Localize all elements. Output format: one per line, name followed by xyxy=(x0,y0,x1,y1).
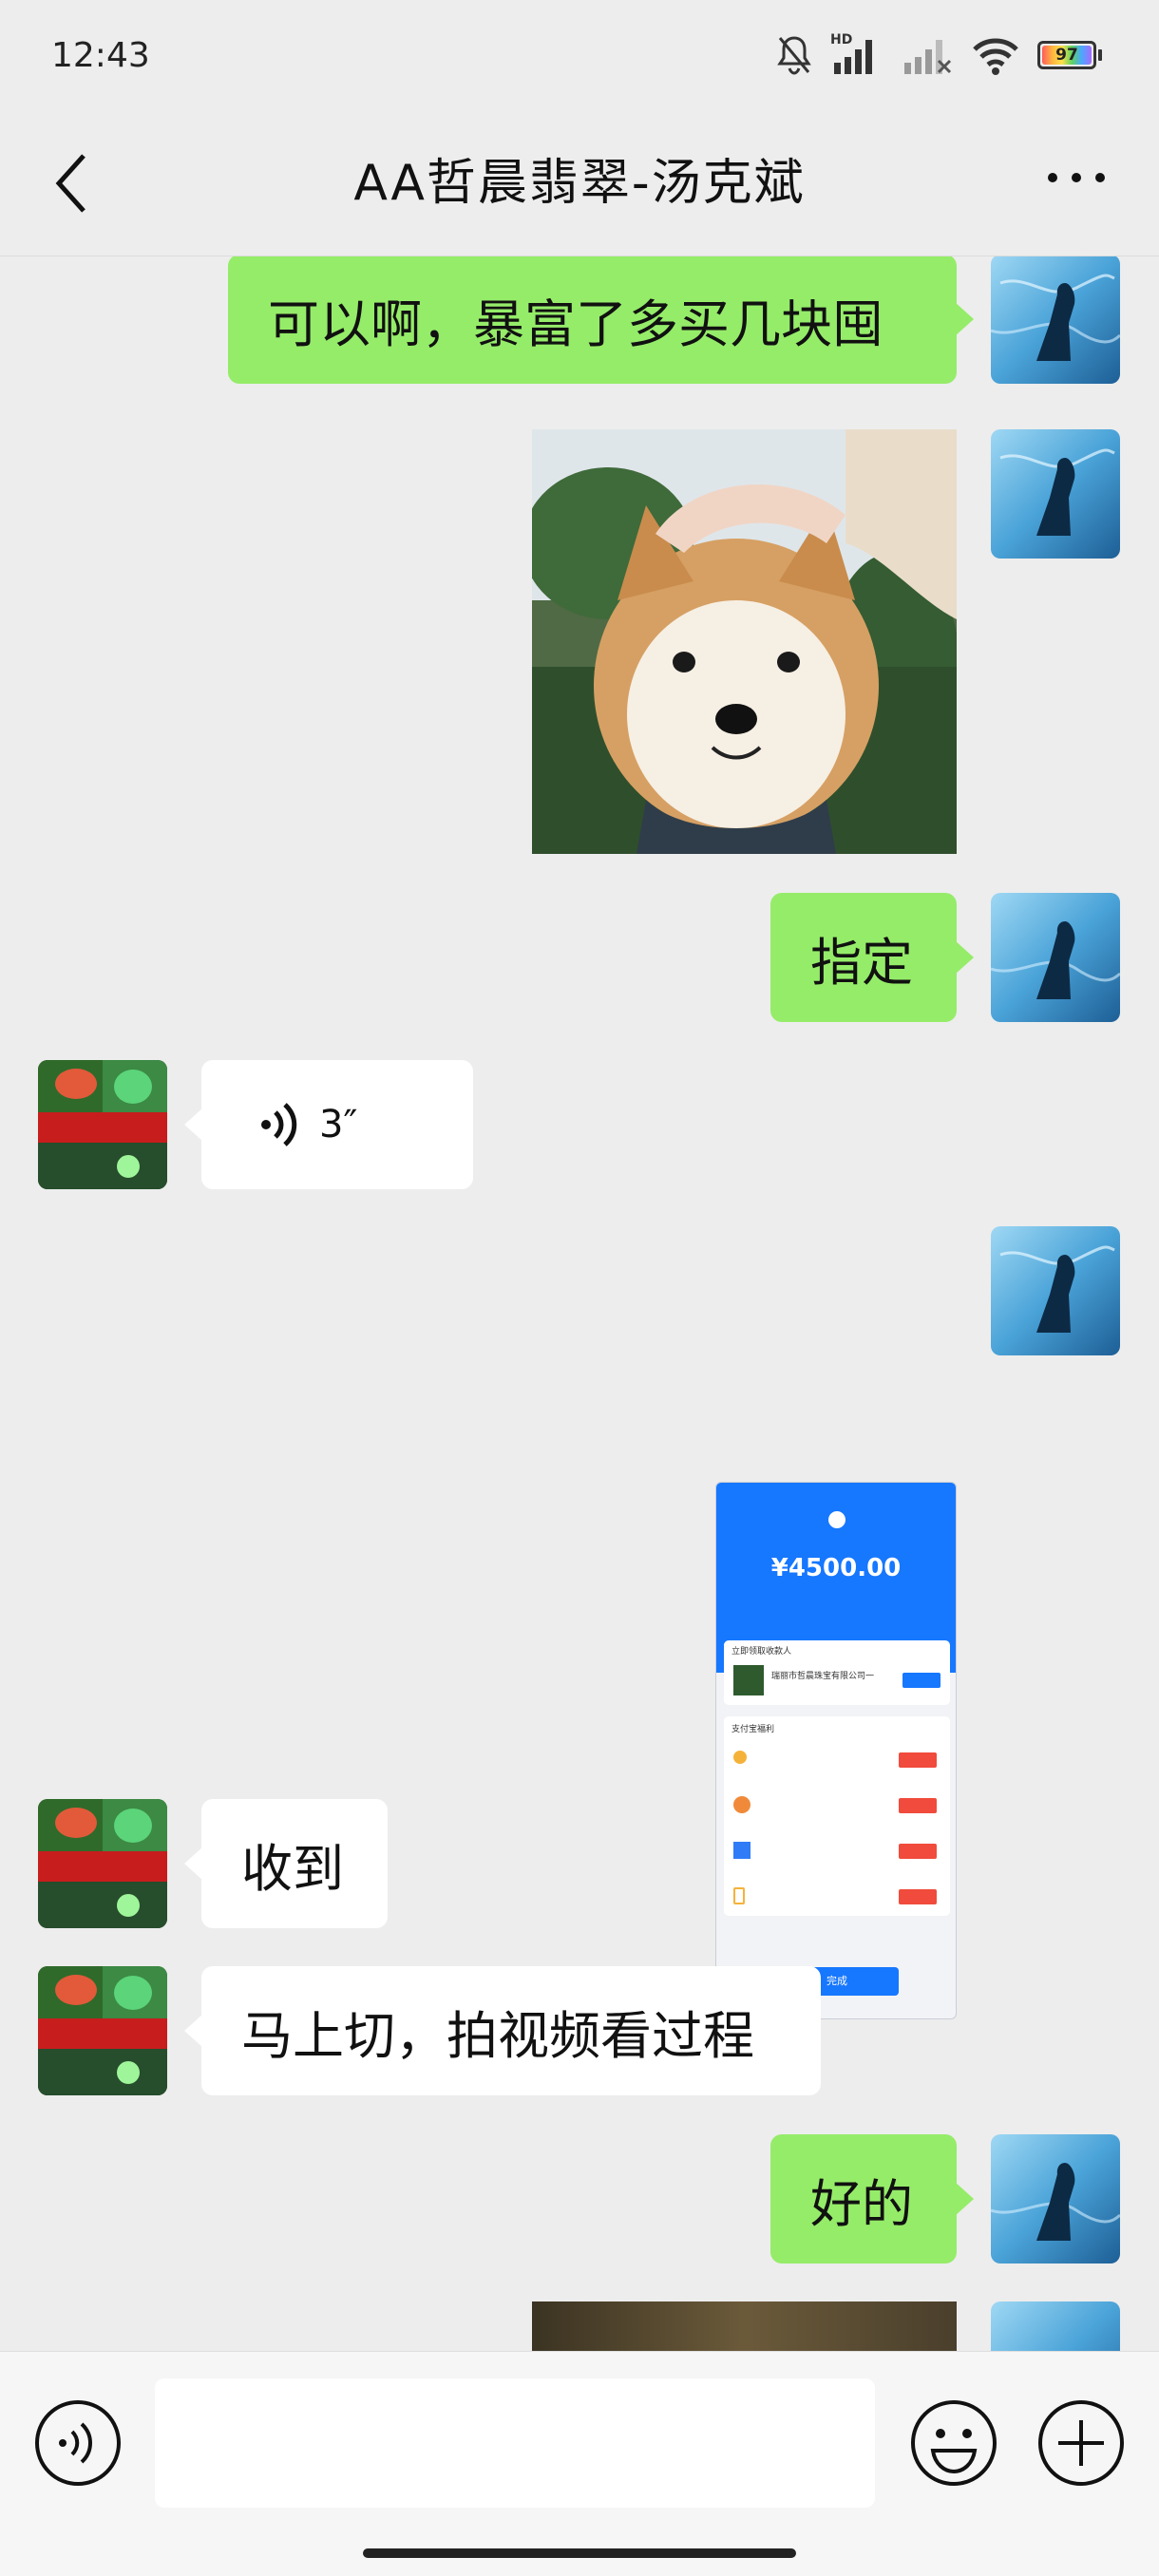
input-bar xyxy=(0,2351,1159,2576)
status-bar: 12:43 HD 97 xyxy=(0,0,1159,114)
battery-level: 97 xyxy=(1055,46,1078,65)
my-avatar[interactable] xyxy=(991,429,1120,559)
status-icons: HD 97 xyxy=(775,32,1102,76)
message-text: 好的 xyxy=(810,2173,913,2234)
voice-duration: 3″ xyxy=(319,1103,358,1146)
message-text: 可以啊，暴富了多买几块囤 xyxy=(268,294,884,354)
message-bubble-mine[interactable]: 指定 xyxy=(770,893,974,1022)
home-indicator[interactable] xyxy=(363,2548,796,2558)
contact-avatar[interactable] xyxy=(38,1966,167,2095)
receipt-benefits-title: 支付宝福利 xyxy=(732,1725,775,1734)
battery-icon: 97 xyxy=(1037,41,1102,69)
message-bubble-mine[interactable]: 可以啊，暴富了多买几块囤 xyxy=(228,256,974,384)
voice-input-icon[interactable] xyxy=(32,2397,124,2489)
contact-avatar[interactable] xyxy=(38,1060,167,1189)
my-avatar[interactable] xyxy=(991,2134,1120,2263)
voice-message-bubble[interactable]: 3″ xyxy=(184,1060,473,1189)
my-avatar[interactable] xyxy=(991,1226,1120,1355)
receipt-amount: ¥4500.00 xyxy=(770,1554,902,1582)
message-input[interactable] xyxy=(155,2378,875,2508)
receipt-section-label: 立即领取收款人 xyxy=(732,1647,792,1657)
message-text: 马上切，拍视频看过程 xyxy=(241,2005,754,2066)
status-time: 12:43 xyxy=(51,36,150,75)
wifi-icon xyxy=(973,38,1018,75)
chat-header: AA哲晨翡翠-汤克斌 xyxy=(0,114,1159,256)
back-arrow-icon[interactable] xyxy=(49,150,97,217)
emoji-icon[interactable] xyxy=(908,2397,999,2489)
message-list[interactable]: 可以啊，暴富了多买几块囤 指定 3″ ¥4500.00 立即领取收款人 瑞丽市哲… xyxy=(0,256,1159,2351)
mute-bell-icon xyxy=(777,36,811,75)
receipt-benefits-card: 支付宝福利 xyxy=(724,1716,950,1916)
signal-2-icon xyxy=(904,40,952,74)
chat-title: AA哲晨翡翠-汤克斌 xyxy=(353,155,806,212)
message-bubble-other[interactable]: 收到 xyxy=(184,1799,388,1928)
contact-avatar[interactable] xyxy=(38,1799,167,1928)
message-bubble-mine[interactable]: 好的 xyxy=(770,2134,974,2263)
partial-photo-message[interactable] xyxy=(532,2301,957,2351)
message-text: 收到 xyxy=(241,1838,344,1899)
payment-receipt-image[interactable]: ¥4500.00 立即领取收款人 瑞丽市哲晨珠宝有限公司一 支付宝福利 完成 xyxy=(715,1482,957,2019)
plus-icon[interactable] xyxy=(1036,2397,1127,2489)
voice-wave-icon xyxy=(261,1103,297,1146)
message-text: 指定 xyxy=(810,932,913,993)
my-avatar[interactable] xyxy=(991,256,1120,384)
receipt-payee-card: 立即领取收款人 瑞丽市哲晨珠宝有限公司一 xyxy=(724,1640,950,1705)
my-avatar[interactable] xyxy=(991,893,1120,1022)
my-avatar[interactable] xyxy=(991,2301,1120,2351)
receipt-payee: 瑞丽市哲晨珠宝有限公司一 xyxy=(771,1672,875,1681)
message-bubble-other[interactable]: 马上切，拍视频看过程 xyxy=(184,1966,821,2095)
signal-1-icon: HD xyxy=(830,32,884,76)
more-options-icon[interactable] xyxy=(1043,163,1110,192)
dog-photo-message[interactable] xyxy=(532,429,957,854)
